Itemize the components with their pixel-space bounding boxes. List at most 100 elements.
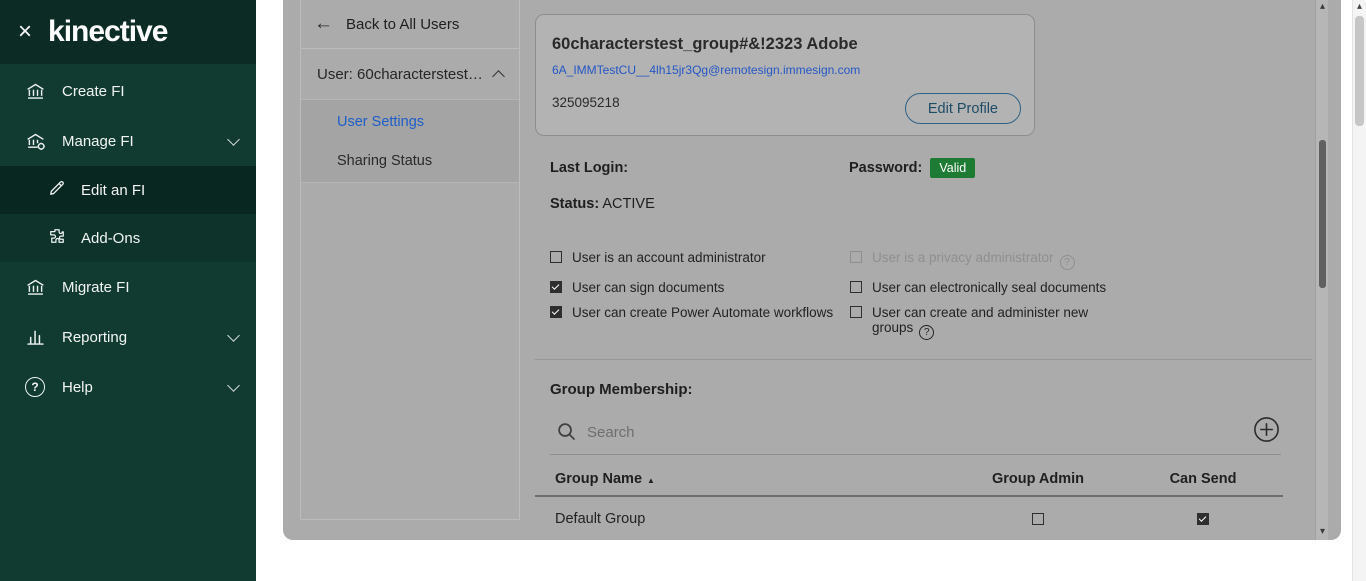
sidebar-item-label: Edit an FI <box>81 182 145 199</box>
app-screen: × kinective Create FI Mana <box>0 0 1366 581</box>
sidebar-item-help[interactable]: ? Help <box>0 362 256 412</box>
sidebar-item-label: Add-Ons <box>81 230 140 247</box>
subnav-item-label: Sharing Status <box>337 153 432 169</box>
perm-seal-documents: User can electronically seal documents <box>850 280 1312 295</box>
page-scrollbar-thumb[interactable] <box>1355 16 1364 126</box>
scroll-up-icon[interactable]: ▴ <box>1353 1 1366 12</box>
sidebar-item-label: Migrate FI <box>62 279 238 296</box>
group-search-input[interactable] <box>587 420 1007 444</box>
search-icon <box>555 420 578 448</box>
checkbox[interactable] <box>550 281 562 293</box>
group-name-cell: Default Group <box>535 511 953 527</box>
back-label: Back to All Users <box>346 16 459 33</box>
brand-logo: kinective <box>48 15 167 49</box>
perm-label: User is an account administrator <box>572 250 766 265</box>
password-status-badge: Valid <box>930 158 975 178</box>
status-label: Status: <box>550 196 599 212</box>
page-scrollbar[interactable]: ▴ <box>1352 0 1366 581</box>
chevron-down-icon <box>227 133 240 146</box>
user-email-link[interactable]: 6A_IMMTestCU__4lh15jr3Qg@remotesign.imme… <box>552 63 860 77</box>
perm-label: User can create and administer new group… <box>872 305 1088 335</box>
sidebar-item-migrate-fi[interactable]: Migrate FI <box>0 262 256 312</box>
chevron-up-icon <box>492 70 505 83</box>
user-subnav-items: User Settings Sharing Status <box>301 99 519 183</box>
perm-sign-documents: User can sign documents <box>550 280 850 295</box>
checkbox <box>850 251 862 263</box>
sidebar-item-label: Help <box>62 379 213 396</box>
perm-label: User is a privacy administrator <box>872 250 1054 265</box>
password-row: Password: Valid <box>849 158 975 178</box>
password-label: Password: <box>849 160 922 176</box>
can-send-checkbox[interactable] <box>1197 513 1209 525</box>
bank-gear-icon <box>24 130 46 152</box>
sort-asc-icon: ▲ <box>647 476 655 485</box>
content-area: ← Back to All Users User: 60characterste… <box>283 0 1341 540</box>
sidebar-item-label: Manage FI <box>62 133 213 150</box>
status-value: ACTIVE <box>602 196 654 212</box>
puzzle-icon <box>47 226 67 250</box>
section-divider <box>535 359 1312 360</box>
column-group-admin[interactable]: Group Admin <box>953 471 1123 487</box>
table-header-row: Group Name▲ Group Admin Can Send <box>535 462 1283 497</box>
user-subnav-panel: ← Back to All Users User: 60characterste… <box>300 0 520 520</box>
bar-chart-icon <box>24 326 46 348</box>
sidebar-item-edit-an-fi[interactable]: Edit an FI <box>0 166 256 214</box>
sidebar-item-label: Create FI <box>62 83 238 100</box>
table-row: Default Group <box>535 497 1283 540</box>
status-row: Status: ACTIVE <box>550 196 655 212</box>
sidebar-item-create-fi[interactable]: Create FI <box>0 66 256 116</box>
help-icon[interactable]: ? <box>919 325 934 340</box>
user-accordion-label: User: 60characterstest… <box>317 66 483 83</box>
edit-profile-button[interactable]: Edit Profile <box>905 93 1021 124</box>
permissions-grid: User is an account administrator User is… <box>550 250 1312 340</box>
profile-card: 60characterstest_group#&!2323 Adobe 6A_I… <box>535 14 1035 136</box>
content-scrollbar[interactable]: ▴ ▾ <box>1315 0 1328 540</box>
perm-label: User can electronically seal documents <box>872 280 1106 295</box>
subnav-item-user-settings[interactable]: User Settings <box>301 102 519 141</box>
checkbox[interactable] <box>850 306 862 318</box>
chevron-down-icon <box>227 379 240 392</box>
user-settings-main: 60characterstest_group#&!2323 Adobe 6A_I… <box>535 0 1312 540</box>
checkbox[interactable] <box>550 251 562 263</box>
group-membership-title: Group Membership: <box>550 381 693 398</box>
perm-account-admin: User is an account administrator <box>550 250 850 270</box>
group-membership-table: Group Name▲ Group Admin Can Send Default… <box>535 462 1283 540</box>
perm-privacy-admin: User is a privacy administrator? <box>850 250 1312 270</box>
bank-arrow-icon <box>24 276 46 298</box>
content-scrollbar-thumb[interactable] <box>1319 140 1326 288</box>
perm-label: User can create Power Automate workflows <box>572 305 833 320</box>
question-icon: ? <box>24 376 46 398</box>
user-id: 325095218 <box>552 95 620 110</box>
perm-power-automate: User can create Power Automate workflows <box>550 305 850 340</box>
chevron-down-icon <box>227 329 240 342</box>
perm-administer-groups: User can create and administer new group… <box>850 305 1312 340</box>
sidebar-nav: Create FI Manage FI <box>0 64 256 412</box>
user-accordion-toggle[interactable]: User: 60characterstest… <box>301 49 519 99</box>
sidebar-item-add-ons[interactable]: Add-Ons <box>0 214 256 262</box>
close-icon[interactable]: × <box>18 20 32 44</box>
checkbox[interactable] <box>550 306 562 318</box>
help-icon[interactable]: ? <box>1060 255 1075 270</box>
sidebar-header: × kinective <box>0 0 256 64</box>
sidebar-item-label: Reporting <box>62 329 213 346</box>
back-arrow-icon: ← <box>314 13 333 35</box>
perm-label: User can sign documents <box>572 280 724 295</box>
column-group-name[interactable]: Group Name▲ <box>535 471 953 487</box>
last-login-label: Last Login: <box>550 160 628 176</box>
column-can-send[interactable]: Can Send <box>1123 471 1283 487</box>
user-name: 60characterstest_group#&!2323 Adobe <box>552 35 858 54</box>
group-admin-checkbox[interactable] <box>1032 513 1044 525</box>
sidebar-item-manage-fi[interactable]: Manage FI <box>0 116 256 166</box>
pencil-icon <box>47 178 67 202</box>
scroll-down-icon[interactable]: ▾ <box>1316 526 1329 537</box>
checkbox[interactable] <box>850 281 862 293</box>
search-underline <box>550 454 1281 455</box>
back-to-all-users-button[interactable]: ← Back to All Users <box>301 0 519 49</box>
add-group-button[interactable] <box>1253 416 1280 443</box>
sidebar-item-reporting[interactable]: Reporting <box>0 312 256 362</box>
subnav-item-label: User Settings <box>337 114 424 130</box>
sidebar: × kinective Create FI Mana <box>0 0 256 581</box>
manage-fi-submenu: Edit an FI Add-Ons <box>0 166 256 262</box>
scroll-up-icon[interactable]: ▴ <box>1316 1 1329 12</box>
subnav-item-sharing-status[interactable]: Sharing Status <box>301 141 519 180</box>
